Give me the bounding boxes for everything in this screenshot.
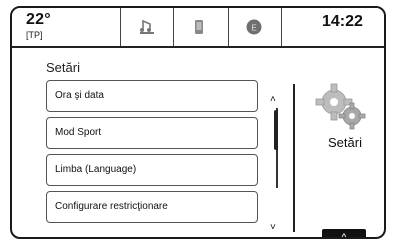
clock: 14:22 bbox=[322, 13, 363, 30]
svg-text:E: E bbox=[251, 24, 256, 33]
settings-list: Ora şi data Mod Sport Limba (Language) C… bbox=[46, 80, 258, 228]
music-icon[interactable] bbox=[136, 18, 158, 41]
divider bbox=[281, 8, 282, 46]
divider bbox=[173, 8, 174, 46]
list-item[interactable]: Limba (Language) bbox=[46, 154, 258, 186]
divider bbox=[120, 8, 121, 46]
settings-gears-icon bbox=[312, 82, 370, 134]
temperature-readout: 22° bbox=[26, 11, 51, 28]
display-frame: 22° [TP] E 14:22 Setări Ora şi data Mod … bbox=[10, 6, 386, 239]
page-title: Setări bbox=[46, 60, 80, 75]
list-item[interactable]: Ora şi data bbox=[46, 80, 258, 112]
phone-icon[interactable] bbox=[192, 18, 206, 41]
scroll-up-arrow[interactable]: ˄ bbox=[270, 94, 276, 105]
chevron-up-icon: ^ bbox=[341, 232, 347, 239]
list-item[interactable]: Mod Sport bbox=[46, 117, 258, 149]
traffic-program-tag: [TP] bbox=[26, 30, 43, 40]
panel-divider bbox=[293, 84, 295, 232]
status-bar: 22° [TP] E 14:22 bbox=[12, 8, 384, 48]
collapse-button[interactable]: ^ bbox=[322, 229, 366, 239]
list-item[interactable]: Configurare restricţionare bbox=[46, 191, 258, 223]
divider bbox=[228, 8, 229, 46]
settings-panel-label: Setări bbox=[328, 135, 362, 150]
energy-icon[interactable]: E bbox=[245, 18, 263, 41]
scroll-down-arrow[interactable]: ˅ bbox=[270, 222, 276, 233]
scrollbar-thumb[interactable] bbox=[274, 110, 278, 150]
